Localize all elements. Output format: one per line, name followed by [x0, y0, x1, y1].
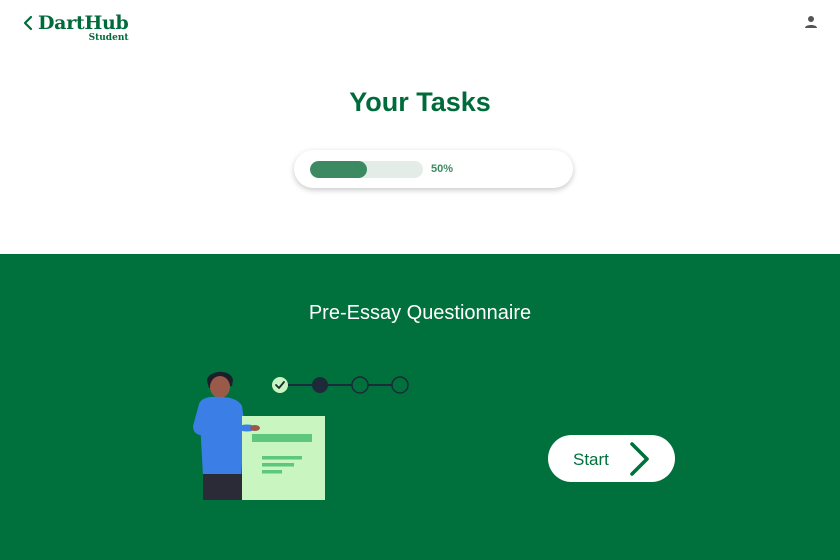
progress-percent: 50% — [431, 163, 454, 175]
task-title: Pre-Essay Questionnaire — [308, 302, 532, 324]
brand-name: DartHub — [38, 12, 129, 34]
user-icon[interactable] — [803, 14, 819, 30]
start-label: Start — [573, 450, 609, 469]
start-button[interactable]: Start — [548, 435, 675, 482]
page-title: Your Tasks — [349, 87, 491, 117]
brand-logo: DartHub Student — [38, 12, 129, 43]
top-bar: DartHub Student — [0, 0, 840, 60]
brand-subtitle: Student — [88, 33, 129, 43]
progress-track — [310, 161, 423, 178]
step-current — [312, 377, 328, 393]
questionnaire-illustration — [193, 371, 409, 500]
task-panel: Pre-Essay Questionnaire Start — [0, 254, 840, 560]
step-complete — [272, 377, 288, 393]
step-pending — [351, 376, 369, 394]
progress-card: 50% — [294, 150, 573, 188]
step-pending — [391, 376, 409, 394]
step-tracker — [272, 376, 409, 394]
chevron-right-icon — [630, 442, 649, 476]
progress-fill — [310, 161, 367, 178]
chevron-left-icon[interactable] — [20, 12, 38, 34]
